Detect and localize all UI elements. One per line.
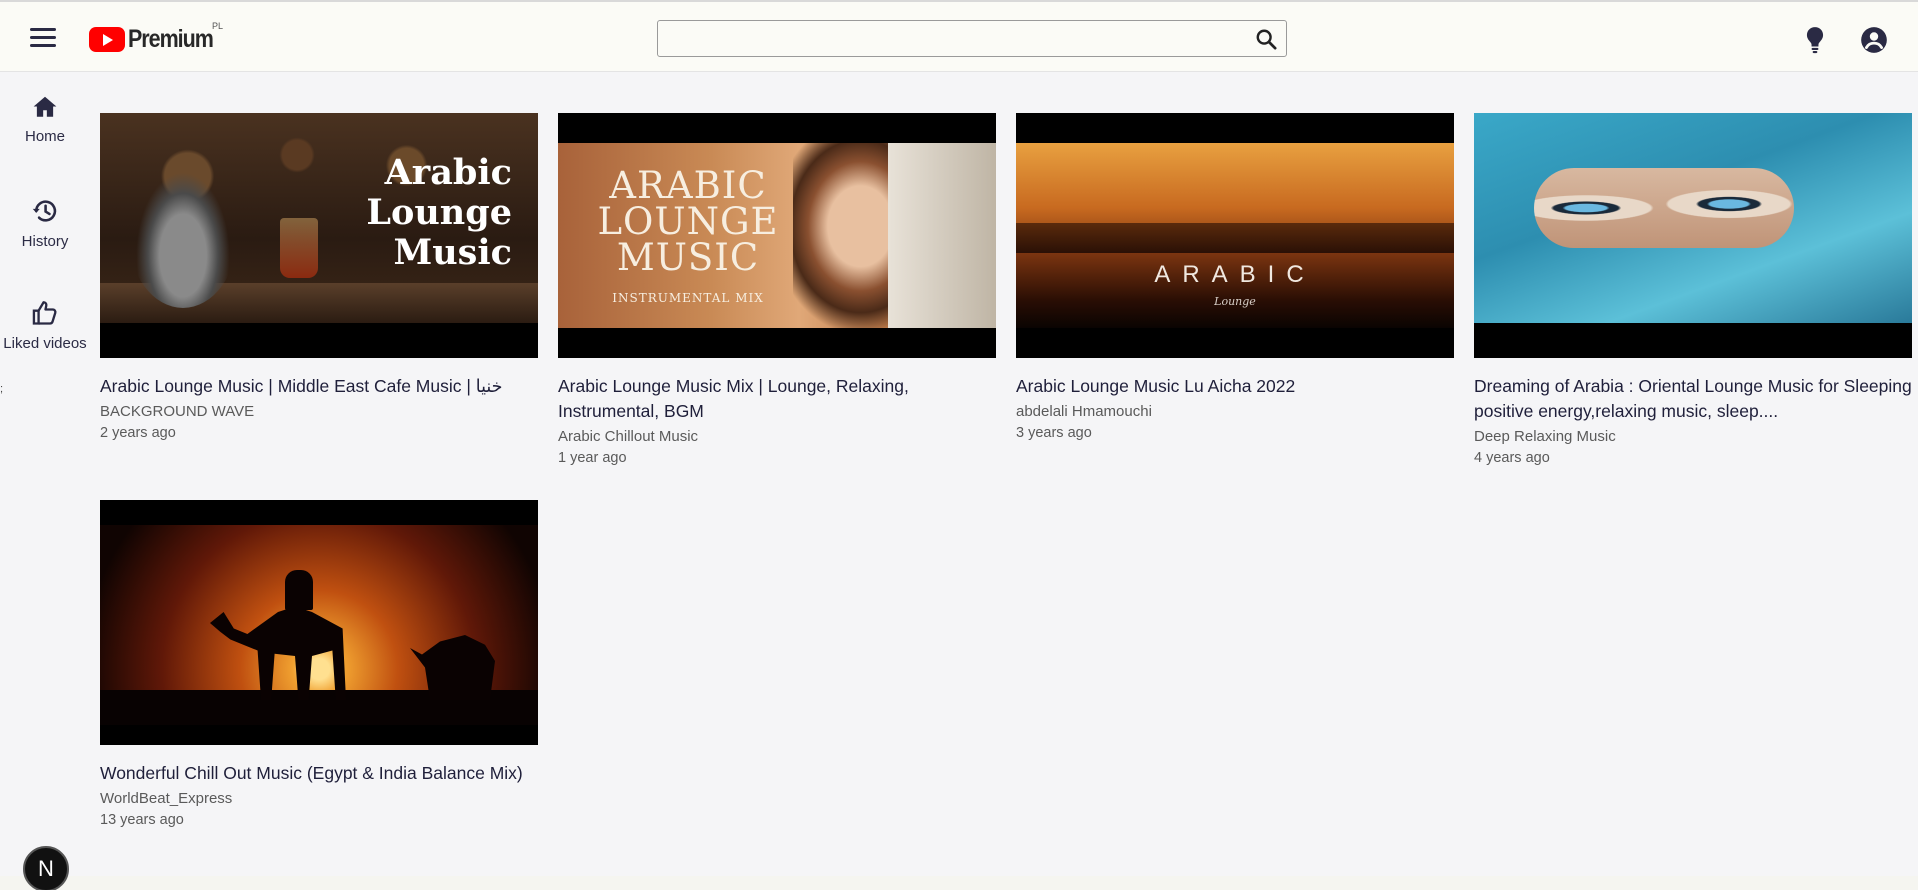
thumbnail-art xyxy=(888,143,996,328)
video-channel[interactable]: Deep Relaxing Music xyxy=(1474,428,1912,445)
video-card: ARABIC Lounge Arabic Lounge Music Lu Aic… xyxy=(1016,113,1454,441)
thumbs-up-icon xyxy=(32,301,57,325)
thumbnail-caption: ARABIC xyxy=(1154,261,1316,288)
account-button[interactable] xyxy=(1860,26,1888,54)
account-circle-icon xyxy=(1861,27,1887,53)
region-code: PL xyxy=(212,21,224,31)
thumbnail-caption-line: Music xyxy=(393,232,512,273)
video-channel[interactable]: abdelali Hmamouchi xyxy=(1016,403,1454,420)
thumbnail-art xyxy=(128,158,238,308)
thumbnail-art xyxy=(280,218,318,278)
video-thumbnail[interactable] xyxy=(1474,113,1912,358)
sidebar-item-history[interactable]: History xyxy=(0,197,90,250)
video-age: 3 years ago xyxy=(1016,425,1092,441)
thumbnail-caption-line: Lounge xyxy=(366,192,512,233)
video-card: Wonderful Chill Out Music (Egypt & India… xyxy=(100,500,538,828)
thumbnail-caption: ARABIC LOUNGE MUSIC xyxy=(578,164,798,279)
search-input[interactable] xyxy=(658,21,1243,56)
menu-icon-bar xyxy=(30,44,56,47)
thumbnail-art xyxy=(285,570,313,610)
sidebar: Home History Liked videos ; xyxy=(0,72,92,890)
sidebar-item-label: Liked videos xyxy=(3,335,87,352)
video-card: ARABIC LOUNGE MUSIC INSTRUMENTAL MIX Ara… xyxy=(558,113,996,466)
video-title[interactable]: Dreaming of Arabia : Oriental Lounge Mus… xyxy=(1474,374,1912,424)
youtube-play-icon xyxy=(89,26,125,52)
top-bar: Premium PL xyxy=(0,2,1918,72)
video-thumbnail[interactable]: ARABIC LOUNGE MUSIC INSTRUMENTAL MIX xyxy=(558,113,996,358)
sidebar-item-home[interactable]: Home xyxy=(0,94,90,145)
search-box xyxy=(657,20,1287,57)
video-age: 13 years ago xyxy=(100,812,184,828)
thumbnail-caption-line: LOUNGE xyxy=(597,200,779,243)
history-icon xyxy=(32,200,57,222)
youtube-premium-logo[interactable]: Premium xyxy=(89,25,227,53)
thumbnail-art xyxy=(1534,168,1794,248)
stray-mark: ; xyxy=(0,383,4,395)
video-thumbnail[interactable]: ARABIC Lounge xyxy=(1016,113,1454,358)
lightbulb-icon xyxy=(1806,27,1824,54)
video-thumbnail[interactable] xyxy=(100,500,538,745)
sidebar-item-label: History xyxy=(21,233,69,250)
dev-tools-badge[interactable]: N xyxy=(23,846,69,890)
home-icon xyxy=(33,96,57,117)
video-channel[interactable]: BACKGROUND WAVE xyxy=(100,403,538,420)
search-button[interactable] xyxy=(1246,21,1286,56)
video-title[interactable]: Wonderful Chill Out Music (Egypt & India… xyxy=(100,761,538,786)
video-card: Arabic Lounge Music Arabic Lounge Music … xyxy=(100,113,538,441)
video-card: Dreaming of Arabia : Oriental Lounge Mus… xyxy=(1474,113,1912,466)
thumbnail-subcaption: Lounge xyxy=(1214,295,1256,308)
video-age: 1 year ago xyxy=(558,450,627,466)
sidebar-item-label: Home xyxy=(24,128,65,145)
video-title[interactable]: Arabic Lounge Music | Middle East Cafe M… xyxy=(100,374,538,399)
thumbnail-subcaption: INSTRUMENTAL MIX xyxy=(612,291,764,305)
video-title[interactable]: Arabic Lounge Music Mix | Lounge, Relaxi… xyxy=(558,374,996,424)
sidebar-item-liked-videos[interactable]: Liked videos xyxy=(0,299,90,352)
thumbnail-caption-line: Arabic xyxy=(384,152,512,193)
video-age: 4 years ago xyxy=(1474,450,1550,466)
video-thumbnail[interactable]: Arabic Lounge Music xyxy=(100,113,538,358)
thumbnail-caption-line: ARABIC xyxy=(609,164,767,207)
menu-button[interactable] xyxy=(30,28,56,50)
bottom-strip xyxy=(0,876,1918,890)
menu-icon xyxy=(30,28,56,31)
lightbulb-button[interactable] xyxy=(1802,26,1828,54)
video-channel[interactable]: WorldBeat_Express xyxy=(100,790,538,807)
logo-text: Premium xyxy=(128,24,214,53)
search-icon xyxy=(1256,29,1277,50)
video-title[interactable]: Arabic Lounge Music Lu Aicha 2022 xyxy=(1016,374,1454,399)
video-age: 2 years ago xyxy=(100,425,176,441)
thumbnail-caption-line: MUSIC xyxy=(616,236,760,279)
video-channel[interactable]: Arabic Chillout Music xyxy=(558,428,996,445)
menu-icon-bar xyxy=(30,36,56,39)
thumbnail-art xyxy=(1016,223,1454,253)
thumbnail-caption: Arabic Lounge Music xyxy=(366,153,512,273)
